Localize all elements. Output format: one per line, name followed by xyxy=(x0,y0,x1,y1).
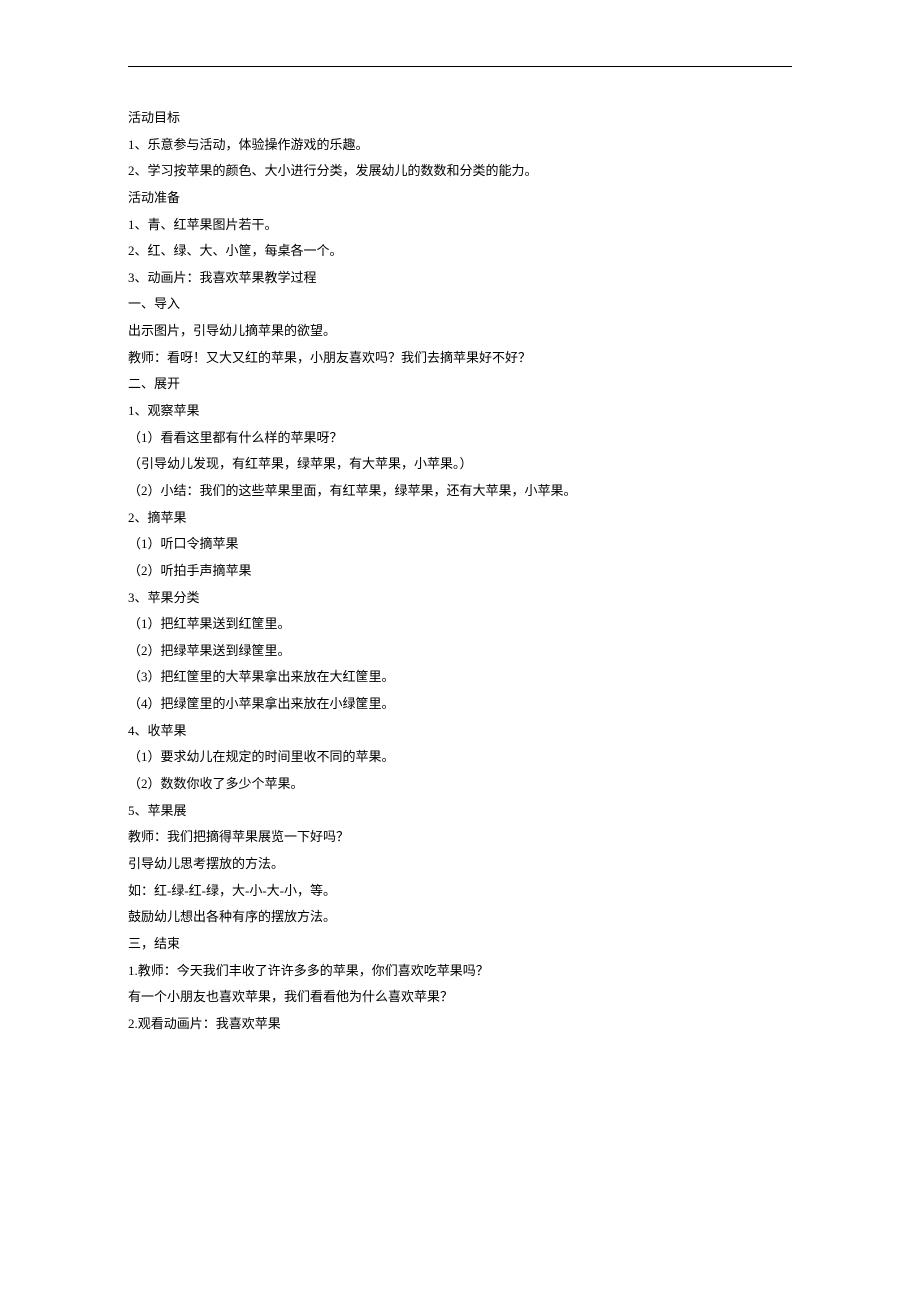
text-line: 活动准备 xyxy=(128,185,792,212)
text-line: 3、动画片：我喜欢苹果教学过程 xyxy=(128,265,792,292)
text-line: （1）把红苹果送到红筐里。 xyxy=(128,611,792,638)
text-line: 有一个小朋友也喜欢苹果，我们看看他为什么喜欢苹果？ xyxy=(128,984,792,1011)
text-line: 引导幼儿思考摆放的方法。 xyxy=(128,851,792,878)
text-line: （1）看看这里都有什么样的苹果呀？ xyxy=(128,425,792,452)
text-line: 一、导入 xyxy=(128,291,792,318)
text-line: （2）数数你收了多少个苹果。 xyxy=(128,771,792,798)
text-line: 鼓励幼儿想出各种有序的摆放方法。 xyxy=(128,904,792,931)
text-line: （1）要求幼儿在规定的时间里收不同的苹果。 xyxy=(128,744,792,771)
text-line: 1、青、红苹果图片若干。 xyxy=(128,212,792,239)
text-line: 2、红、绿、大、小筐，每桌各一个。 xyxy=(128,238,792,265)
text-line: 出示图片，引导幼儿摘苹果的欲望。 xyxy=(128,318,792,345)
text-line: 3、苹果分类 xyxy=(128,585,792,612)
text-line: （2）小结：我们的这些苹果里面，有红苹果，绿苹果，还有大苹果，小苹果。 xyxy=(128,478,792,505)
text-line: 2、学习按苹果的颜色、大小进行分类，发展幼儿的数数和分类的能力。 xyxy=(128,158,792,185)
text-line: （3）把红筐里的大苹果拿出来放在大红筐里。 xyxy=(128,664,792,691)
text-line: 1、观察苹果 xyxy=(128,398,792,425)
text-line: 4、收苹果 xyxy=(128,718,792,745)
text-line: 如：红-绿-红-绿，大-小-大-小，等。 xyxy=(128,878,792,905)
text-line: 1.教师：今天我们丰收了许许多多的苹果，你们喜欢吃苹果吗？ xyxy=(128,958,792,985)
text-line: （4）把绿筐里的小苹果拿出来放在小绿筐里。 xyxy=(128,691,792,718)
text-line: （2）把绿苹果送到绿筐里。 xyxy=(128,638,792,665)
text-line: 5、苹果展 xyxy=(128,798,792,825)
text-line: 教师：看呀！又大又红的苹果，小朋友喜欢吗？我们去摘苹果好不好？ xyxy=(128,345,792,372)
text-line: 1、乐意参与活动，体验操作游戏的乐趣。 xyxy=(128,132,792,159)
text-line: （2）听拍手声摘苹果 xyxy=(128,558,792,585)
text-line: 三，结束 xyxy=(128,931,792,958)
text-line: 2、摘苹果 xyxy=(128,505,792,532)
text-line: （1）听口令摘苹果 xyxy=(128,531,792,558)
text-line: 教师：我们把摘得苹果展览一下好吗？ xyxy=(128,824,792,851)
text-line: 二、展开 xyxy=(128,371,792,398)
document-body: 活动目标 1、乐意参与活动，体验操作游戏的乐趣。 2、学习按苹果的颜色、大小进行… xyxy=(128,105,792,1037)
text-line: 2.观看动画片：我喜欢苹果 xyxy=(128,1011,792,1038)
text-line: （引导幼儿发现，有红苹果，绿苹果，有大苹果，小苹果。） xyxy=(128,451,792,478)
text-line: 活动目标 xyxy=(128,105,792,132)
horizontal-divider xyxy=(128,66,792,67)
